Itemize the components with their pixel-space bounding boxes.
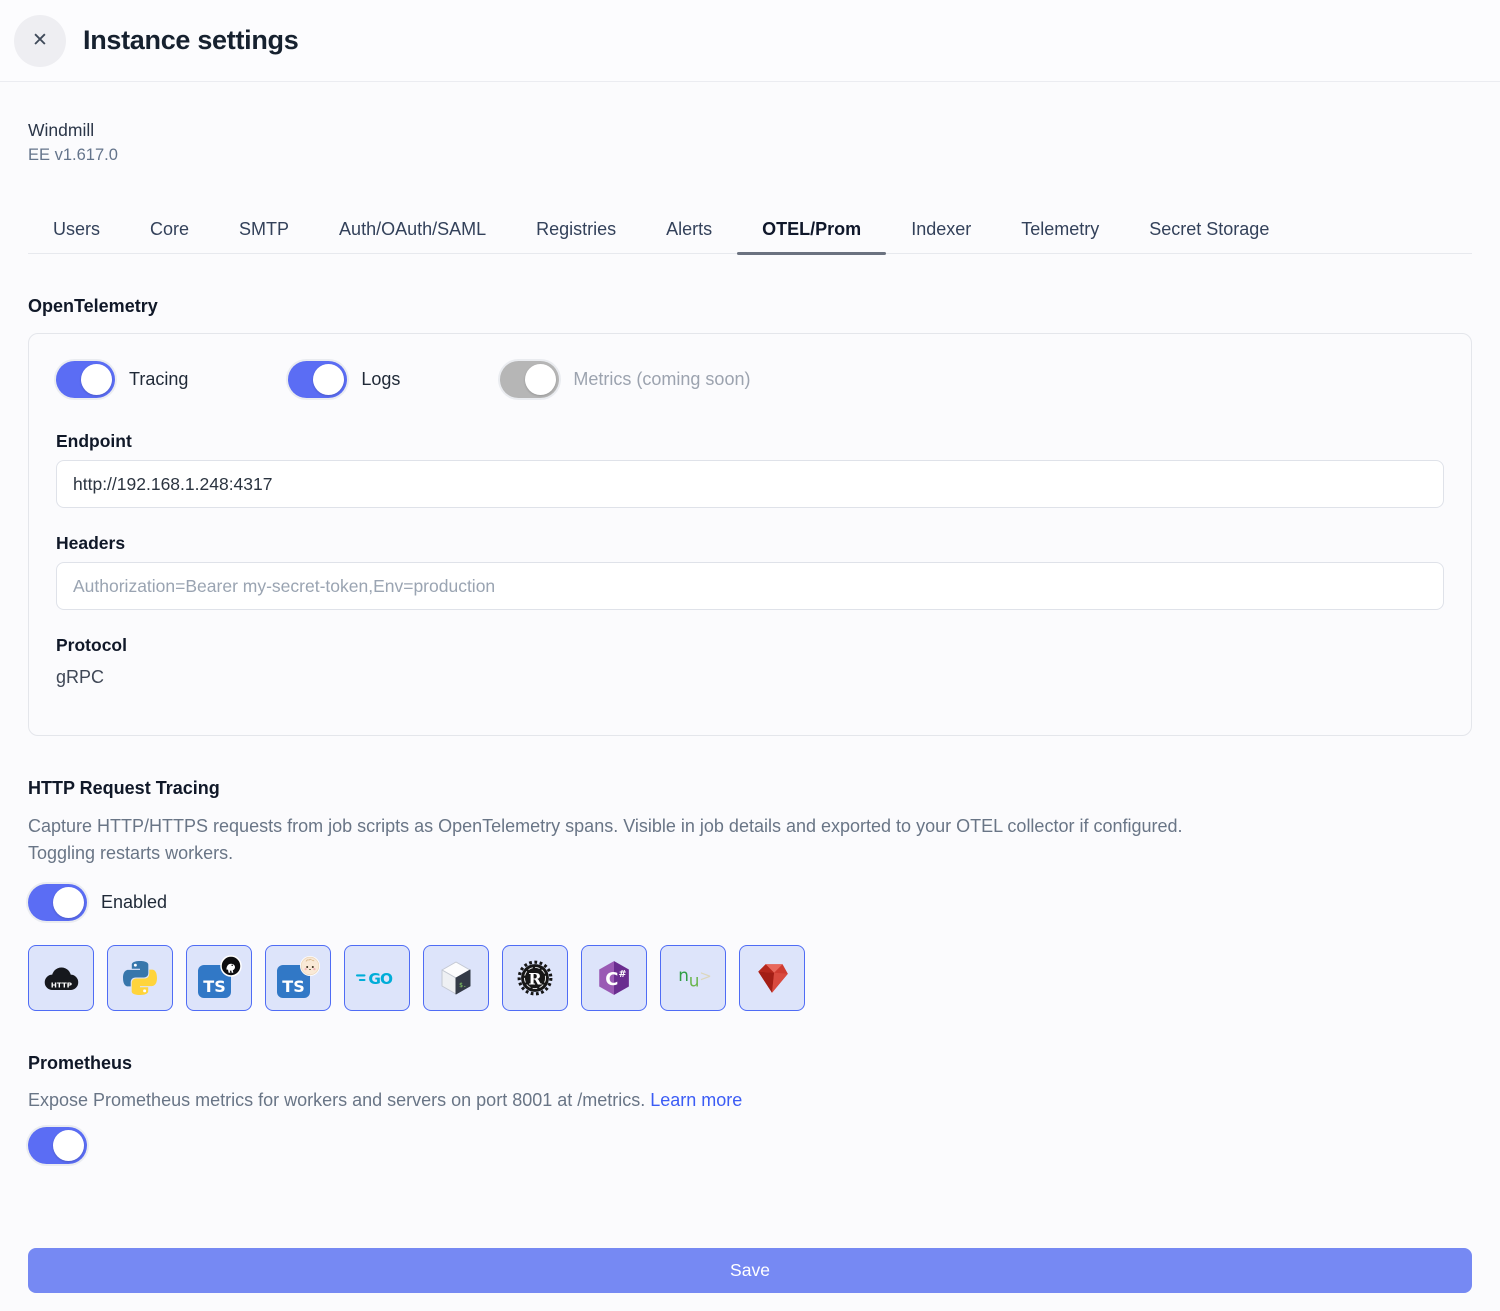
endpoint-label: Endpoint bbox=[56, 430, 1444, 452]
svg-text:$.: $. bbox=[459, 981, 467, 989]
otel-toggles-row: Tracing Logs Metrics (coming soon) bbox=[56, 361, 1444, 398]
svg-text:>: > bbox=[699, 968, 711, 985]
close-icon: ✕ bbox=[32, 31, 48, 50]
language-go-button[interactable]: GO bbox=[344, 945, 410, 1011]
protocol-label: Protocol bbox=[56, 634, 1444, 656]
language-ruby-button[interactable] bbox=[739, 945, 805, 1011]
tab-telemetry[interactable]: Telemetry bbox=[996, 208, 1124, 253]
headers-input[interactable] bbox=[56, 562, 1444, 610]
logs-toggle-item: Logs bbox=[288, 361, 400, 398]
http-request-tracing-title: HTTP Request Tracing bbox=[28, 778, 1472, 799]
protocol-value: gRPC bbox=[56, 665, 1444, 689]
app-info: Windmill EE v1.617.0 bbox=[28, 119, 1472, 166]
toggle-knob bbox=[313, 364, 344, 395]
logs-toggle[interactable] bbox=[288, 361, 347, 398]
close-button[interactable]: ✕ bbox=[14, 15, 66, 67]
tab-otel-prom[interactable]: OTEL/Prom bbox=[737, 208, 886, 253]
tracing-toggle[interactable] bbox=[56, 361, 115, 398]
tab-registries[interactable]: Registries bbox=[511, 208, 641, 253]
language-bun-typescript-button[interactable]: TS bbox=[265, 945, 331, 1011]
learn-more-link[interactable]: Learn more bbox=[650, 1090, 742, 1110]
prometheus-title: Prometheus bbox=[28, 1053, 1472, 1074]
svg-text:HTTP: HTTP bbox=[51, 980, 72, 989]
tab-auth-oauth-saml[interactable]: Auth/OAuth/SAML bbox=[314, 208, 511, 253]
language-python-button[interactable] bbox=[107, 945, 173, 1011]
tab-alerts[interactable]: Alerts bbox=[641, 208, 737, 253]
language-csharp-button[interactable]: C # bbox=[581, 945, 647, 1011]
tab-users[interactable]: Users bbox=[28, 208, 125, 253]
bash-icon: $. bbox=[439, 960, 473, 996]
rust-icon: R bbox=[516, 959, 554, 997]
language-nushell-button[interactable]: n u > bbox=[660, 945, 726, 1011]
tracing-toggle-item: Tracing bbox=[56, 361, 188, 398]
svg-text:n: n bbox=[678, 965, 689, 985]
tab-core[interactable]: Core bbox=[125, 208, 214, 253]
http-icon: HTTP bbox=[39, 964, 83, 993]
svg-text:TS: TS bbox=[282, 977, 304, 996]
language-rust-button[interactable]: R bbox=[502, 945, 568, 1011]
page-title: Instance settings bbox=[83, 25, 298, 56]
app-version: EE v1.617.0 bbox=[28, 144, 1472, 166]
prometheus-description: Expose Prometheus metrics for workers an… bbox=[28, 1087, 1238, 1114]
tab-smtp[interactable]: SMTP bbox=[214, 208, 314, 253]
python-icon bbox=[121, 959, 159, 997]
tab-indexer[interactable]: Indexer bbox=[886, 208, 996, 253]
prometheus-description-text: Expose Prometheus metrics for workers an… bbox=[28, 1090, 645, 1110]
metrics-toggle-label: Metrics (coming soon) bbox=[573, 369, 750, 390]
http-tracing-toggle-label: Enabled bbox=[101, 892, 167, 913]
toggle-knob bbox=[81, 364, 112, 395]
nushell-icon: n u > bbox=[674, 964, 712, 992]
settings-content: Windmill EE v1.617.0 Users Core SMTP Aut… bbox=[0, 119, 1500, 1293]
toggle-knob bbox=[53, 887, 84, 918]
bun-typescript-icon: TS bbox=[275, 955, 321, 1001]
svg-text:C: C bbox=[605, 969, 618, 990]
svg-text:R: R bbox=[528, 969, 542, 988]
toggle-knob bbox=[53, 1130, 84, 1161]
csharp-icon: C # bbox=[595, 959, 633, 997]
tracing-toggle-label: Tracing bbox=[129, 369, 188, 390]
opentelemetry-panel: Tracing Logs Metrics (coming soon) Endpo… bbox=[28, 333, 1472, 736]
metrics-toggle-item: Metrics (coming soon) bbox=[500, 361, 750, 398]
language-bash-button[interactable]: $. bbox=[423, 945, 489, 1011]
language-http-button[interactable]: HTTP bbox=[28, 945, 94, 1011]
metrics-toggle bbox=[500, 361, 559, 398]
prometheus-toggle-item bbox=[28, 1127, 1472, 1164]
deno-typescript-icon: TS bbox=[196, 955, 242, 1001]
opentelemetry-section-title: OpenTelemetry bbox=[28, 296, 1472, 317]
http-request-tracing-description: Capture HTTP/HTTPS requests from job scr… bbox=[28, 813, 1238, 867]
language-buttons-row: HTTP TS TS bbox=[28, 945, 1472, 1011]
http-tracing-enabled-toggle[interactable] bbox=[28, 884, 87, 921]
go-icon: GO bbox=[355, 967, 399, 989]
toggle-knob bbox=[525, 364, 556, 395]
headers-label: Headers bbox=[56, 532, 1444, 554]
language-deno-typescript-button[interactable]: TS bbox=[186, 945, 252, 1011]
svg-text:TS: TS bbox=[203, 977, 225, 996]
settings-tabs: Users Core SMTP Auth/OAuth/SAML Registri… bbox=[28, 208, 1472, 254]
tab-secret-storage[interactable]: Secret Storage bbox=[1124, 208, 1294, 253]
app-name: Windmill bbox=[28, 119, 1472, 141]
prometheus-toggle[interactable] bbox=[28, 1127, 87, 1164]
endpoint-input[interactable] bbox=[56, 460, 1444, 508]
logs-toggle-label: Logs bbox=[361, 369, 400, 390]
svg-text:u: u bbox=[689, 970, 700, 990]
svg-text:GO: GO bbox=[368, 970, 393, 988]
http-tracing-toggle-item: Enabled bbox=[28, 884, 1472, 921]
dialog-header: ✕ Instance settings bbox=[0, 0, 1500, 82]
ruby-icon bbox=[753, 960, 791, 996]
save-button[interactable]: Save bbox=[28, 1248, 1472, 1293]
svg-text:#: # bbox=[618, 969, 626, 980]
